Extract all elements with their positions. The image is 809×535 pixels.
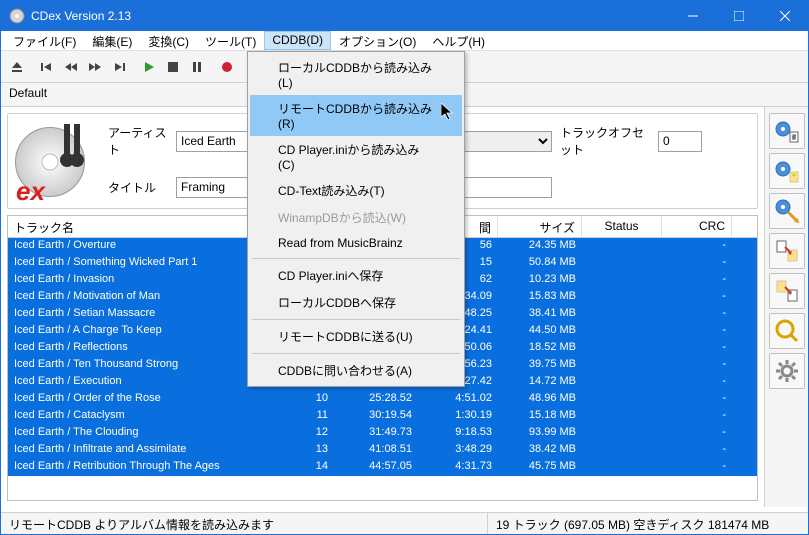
stop-icon[interactable] [161,55,185,79]
menu-item[interactable]: ローカルCDDBから読み込み(L) [250,54,462,95]
col-name[interactable]: トラック名 [8,216,278,237]
table-row[interactable]: Iced Earth / Order of the Rose1025:28.52… [8,391,757,408]
prev-track-icon[interactable] [35,55,59,79]
col-status[interactable]: Status [582,216,662,237]
menu-item[interactable]: リモートCDDBに送る(U) [250,323,462,350]
table-row[interactable]: Iced Earth / The Clouding1231:49.739:18.… [8,425,757,442]
menu-item[interactable]: CD Player.iniから読み込み(C) [250,136,462,177]
menu-separator [252,353,460,354]
maximize-button[interactable] [716,1,762,31]
settings-icon[interactable] [769,353,805,389]
close-button[interactable] [762,1,808,31]
offset-label: トラックオフセット [560,124,650,158]
menu-tools[interactable]: ツール(T) [197,31,264,50]
record-icon[interactable] [215,55,239,79]
status-left: リモートCDDB よりアルバム情報を読み込みます [1,513,488,534]
cd-art-icon: ex [12,118,98,204]
menu-item[interactable]: ローカルCDDBへ保存 [250,289,462,316]
menu-edit[interactable]: 編集(E) [84,31,140,50]
mpeg-to-riff-icon[interactable] [769,273,805,309]
rewind-icon[interactable] [59,55,83,79]
col-size[interactable]: サイズ [498,216,582,237]
menubar: ファイル(F) 編集(E) 変換(C) ツール(T) CDDB(D) オプション… [1,31,808,51]
menu-file[interactable]: ファイル(F) [5,31,84,50]
menu-item[interactable]: CD-Text読み込み(T) [250,177,462,204]
menu-convert[interactable]: 変換(C) [140,31,197,50]
statusbar: リモートCDDB よりアルバム情報を読み込みます 19 トラック (697.05… [1,512,808,534]
menu-help[interactable]: ヘルプ(H) [424,31,493,50]
side-toolbar [764,107,808,507]
menu-cddb[interactable]: CDDB(D) [264,31,331,50]
cddb-dropdown: ローカルCDDBから読み込み(L)リモートCDDBから読み込み(R)CD Pla… [247,51,465,387]
extract-tracks-icon[interactable] [769,113,805,149]
menu-item[interactable]: リモートCDDBから読み込み(R) [250,95,462,136]
menu-item[interactable]: CDDBに問い合わせる(A) [250,357,462,384]
status-right: 19 トラック (697.05 MB) 空きディスク 181474 MB [488,513,808,534]
menu-separator [252,258,460,259]
pause-icon[interactable] [185,55,209,79]
next-track-icon[interactable] [107,55,131,79]
menu-item: WinampDBから読込(W) [250,204,462,231]
table-row[interactable]: Iced Earth / Infiltrate and Assimilate13… [8,442,757,459]
eject-icon[interactable] [5,55,29,79]
titlebar: CDex Version 2.13 [1,1,808,31]
title-label: タイトル [108,179,168,196]
extract-partial-icon[interactable] [769,153,805,189]
app-icon [9,8,25,24]
convert-mp3-wav-icon[interactable] [769,233,805,269]
table-row[interactable]: Iced Earth / Retribution Through The Age… [8,459,757,476]
menu-options[interactable]: オプション(O) [331,31,424,50]
table-row[interactable]: Iced Earth / Cataclysm1130:19.541:30.191… [8,408,757,425]
artist-label: アーティスト [108,124,168,158]
convert-wav-mp3-icon[interactable] [769,193,805,229]
svg-text:ex: ex [16,176,46,204]
riff-to-mpeg-icon[interactable] [769,313,805,349]
menu-item[interactable]: Read from MusicBrainz [250,231,462,255]
forward-icon[interactable] [83,55,107,79]
menu-item[interactable]: CD Player.iniへ保存 [250,262,462,289]
offset-input[interactable] [658,131,702,152]
menu-separator [252,319,460,320]
play-icon[interactable] [137,55,161,79]
col-crc[interactable]: CRC [662,216,732,237]
minimize-button[interactable] [670,1,716,31]
window-title: CDex Version 2.13 [31,9,670,23]
